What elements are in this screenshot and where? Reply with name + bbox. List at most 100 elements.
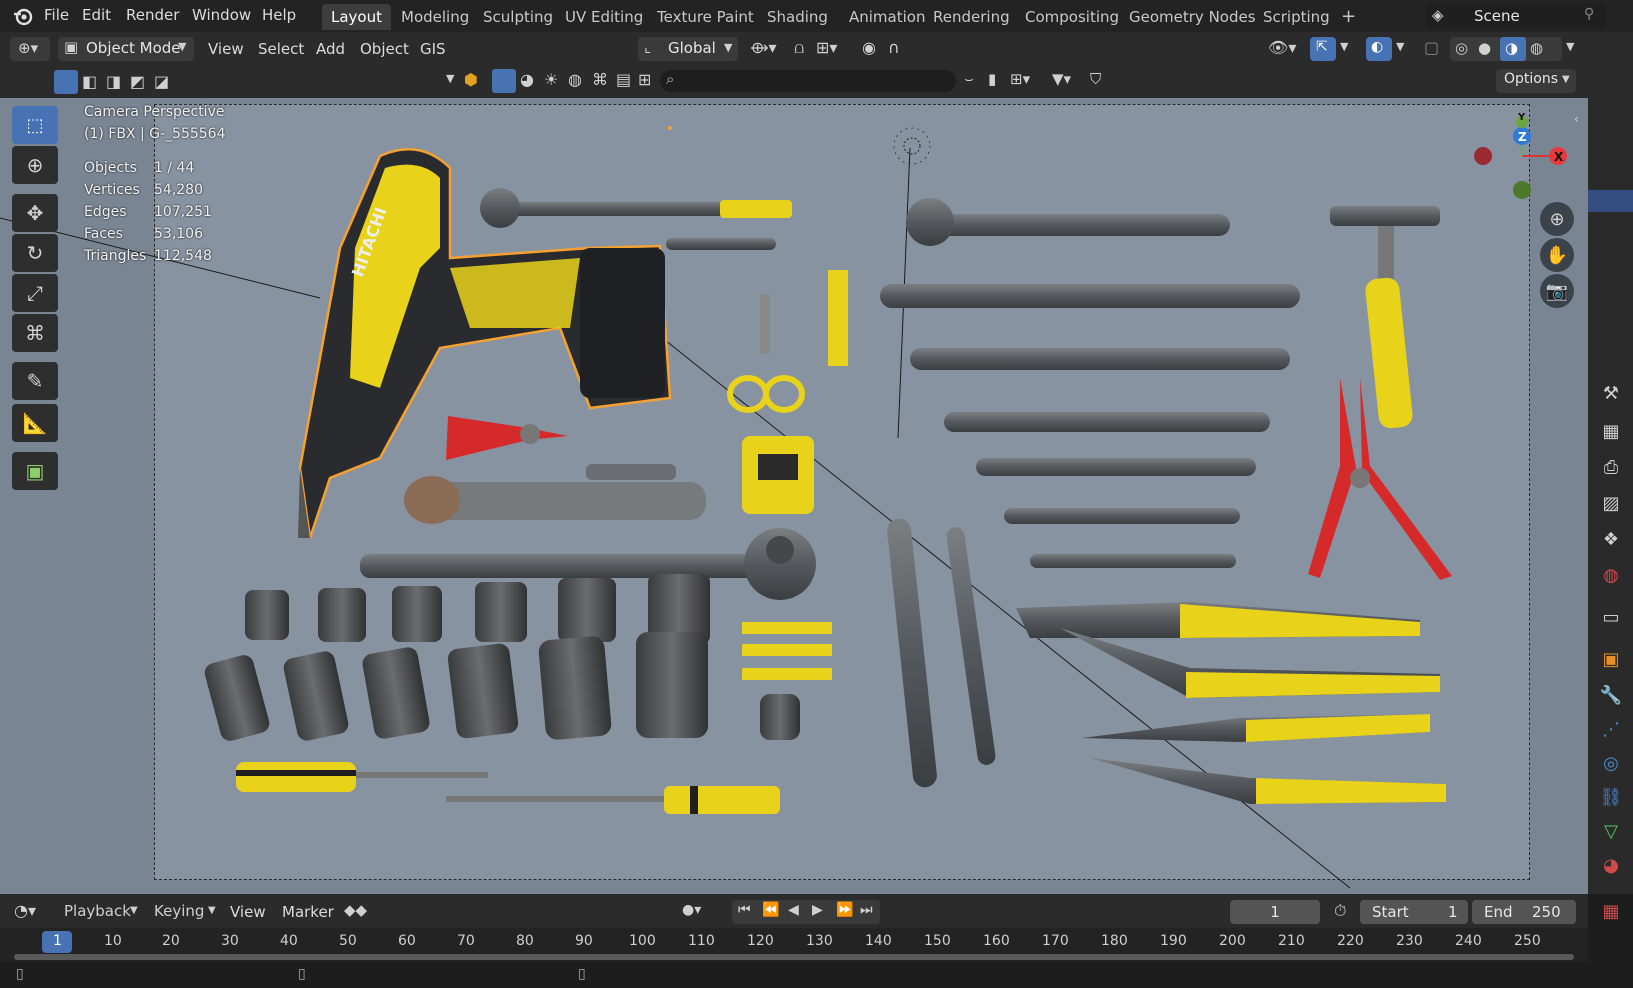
light-filter-icon[interactable]: ☀ bbox=[544, 70, 558, 89]
scale-tool[interactable]: ⤢ bbox=[12, 274, 58, 312]
gizmo-neg-x-axis[interactable] bbox=[1474, 147, 1492, 165]
combination-wrench[interactable] bbox=[1030, 554, 1236, 568]
next-keyframe-icon[interactable]: ⏩ bbox=[836, 902, 853, 918]
tab-compositing[interactable]: Compositing bbox=[1016, 4, 1128, 30]
menu-select[interactable]: Select bbox=[258, 37, 304, 61]
annotate-tool[interactable]: ✎ bbox=[12, 362, 58, 400]
world-tab[interactable]: ◍ bbox=[1598, 562, 1624, 588]
other-filter-icon[interactable]: ▤ bbox=[616, 70, 631, 89]
adjustable-wrench[interactable] bbox=[906, 198, 1230, 246]
needle-nose-pliers-small[interactable] bbox=[446, 416, 568, 460]
pan-button[interactable]: ✋ bbox=[1540, 238, 1574, 272]
wrench-small[interactable] bbox=[480, 188, 792, 228]
bit-holder[interactable] bbox=[742, 668, 832, 680]
solid-shading-icon[interactable]: ● bbox=[1478, 39, 1491, 57]
keyframe-nav-icon[interactable]: ◆◆ bbox=[344, 901, 367, 919]
menu-render[interactable]: Render bbox=[126, 6, 179, 24]
measure-tool[interactable]: 📐 bbox=[12, 404, 58, 442]
options-button[interactable]: Options ▼ bbox=[1496, 69, 1576, 93]
timeline-scrollbar[interactable] bbox=[14, 954, 1574, 960]
output-tab[interactable]: ⎙ bbox=[1598, 454, 1624, 480]
menu-file[interactable]: File bbox=[44, 6, 69, 24]
bookmark-icon[interactable]: ▮ bbox=[988, 70, 996, 88]
menu-help[interactable]: Help bbox=[262, 6, 296, 24]
search-input[interactable]: ⌕ bbox=[660, 70, 956, 92]
ring-wrench[interactable] bbox=[945, 526, 996, 766]
wireframe-shading-icon[interactable]: ◎ bbox=[1455, 39, 1468, 57]
tab-rendering[interactable]: Rendering bbox=[924, 4, 1019, 30]
tab-uv-editing[interactable]: UV Editing bbox=[556, 4, 652, 30]
combination-wrench[interactable] bbox=[880, 284, 1300, 308]
slip-joint-pliers[interactable] bbox=[1016, 602, 1440, 698]
object-tab[interactable]: ▣ bbox=[1598, 646, 1624, 672]
overlay-toggle-icon[interactable]: ◐ bbox=[1366, 37, 1392, 61]
filter-types-icon[interactable]: ⬢ bbox=[464, 70, 478, 89]
tab-sculpting[interactable]: Sculpting bbox=[474, 4, 562, 30]
menu-gis[interactable]: GIS bbox=[420, 37, 446, 61]
tab-layout[interactable]: Layout bbox=[322, 4, 391, 30]
falloff-icon[interactable]: ∩ bbox=[888, 38, 900, 57]
transform-tool[interactable]: ⌘ bbox=[12, 314, 58, 352]
combination-wrench[interactable] bbox=[910, 348, 1290, 370]
scene-tab[interactable]: ❖ bbox=[1598, 526, 1624, 552]
world-filter-icon[interactable]: ◍ bbox=[568, 70, 582, 89]
tool-tab[interactable]: ⚒ bbox=[1598, 380, 1624, 406]
object-filter-icon[interactable] bbox=[492, 69, 516, 93]
rendered-shading-icon[interactable]: ◍ bbox=[1530, 39, 1543, 57]
shield-icon[interactable]: ⛉ bbox=[1090, 70, 1101, 88]
socket-row-front[interactable] bbox=[202, 632, 708, 743]
menu-window[interactable]: Window bbox=[192, 6, 251, 24]
add-workspace-icon[interactable]: + bbox=[1332, 4, 1365, 30]
combination-wrench[interactable] bbox=[976, 458, 1256, 476]
end-frame-field[interactable]: End 250 bbox=[1472, 900, 1576, 924]
navigation-gizmo[interactable]: X Z Y bbox=[1466, 110, 1570, 200]
rotate-tool[interactable]: ↻ bbox=[12, 234, 58, 272]
jump-end-icon[interactable]: ⏭ bbox=[860, 902, 873, 918]
scene-selector[interactable]: ◈ Scene ⚲ bbox=[1426, 3, 1606, 29]
yellow-bar[interactable] bbox=[828, 270, 848, 366]
blender-logo-icon[interactable] bbox=[12, 6, 34, 26]
snips[interactable] bbox=[727, 294, 805, 413]
snap-icon[interactable]: ⩍ bbox=[794, 38, 804, 58]
hammer[interactable] bbox=[1330, 206, 1440, 429]
editor-type-button[interactable]: ⊕▾ bbox=[10, 37, 50, 61]
menu-add[interactable]: Add bbox=[316, 37, 345, 61]
particles-tab[interactable]: ⋰ bbox=[1598, 716, 1624, 742]
prev-keyframe-icon[interactable]: ⏪ bbox=[762, 902, 779, 918]
gizmo-toggle-icon[interactable]: ⇱ bbox=[1310, 37, 1336, 61]
tab-modeling[interactable]: Modeling bbox=[392, 4, 478, 30]
xray-icon[interactable]: ▢ bbox=[1424, 38, 1439, 57]
outliner-selected-row[interactable] bbox=[1588, 190, 1633, 212]
jump-start-icon[interactable]: ⏮ bbox=[738, 902, 751, 918]
data-tab[interactable]: ▽ bbox=[1598, 818, 1624, 844]
menu-view[interactable]: View bbox=[208, 37, 244, 61]
sphere-filter-icon[interactable]: ◕ bbox=[520, 70, 534, 89]
select-new-icon[interactable] bbox=[54, 70, 78, 94]
tape-measure[interactable] bbox=[742, 436, 814, 514]
menu-edit[interactable]: Edit bbox=[82, 6, 111, 24]
current-frame-field[interactable]: 1 bbox=[1230, 900, 1320, 924]
start-frame-field[interactable]: Start 1 bbox=[1360, 900, 1468, 924]
screwdriver[interactable] bbox=[446, 786, 780, 814]
wrench-small[interactable] bbox=[666, 238, 776, 250]
view-layer-tab[interactable]: ▨ bbox=[1598, 490, 1624, 516]
combination-wrench[interactable] bbox=[944, 412, 1270, 432]
combination-wrench[interactable] bbox=[1004, 508, 1240, 524]
render-tab[interactable]: ▦ bbox=[1598, 418, 1624, 444]
bit-holder[interactable] bbox=[742, 644, 832, 656]
chevron-down-icon[interactable]: ▼ bbox=[446, 72, 454, 85]
material-shading-icon[interactable]: ◑ bbox=[1500, 37, 1526, 61]
marker-menu[interactable]: Marker bbox=[282, 900, 334, 924]
tab-animation[interactable]: Animation bbox=[840, 4, 934, 30]
camera-view-button[interactable]: 📷 bbox=[1540, 274, 1574, 308]
empty-filter-icon[interactable]: ⊞ bbox=[638, 70, 651, 89]
chevron-down-icon[interactable]: ▼ bbox=[1396, 40, 1404, 53]
select-intersect-icon[interactable]: ◪ bbox=[154, 72, 169, 91]
slip-joint-pliers[interactable] bbox=[1082, 714, 1446, 804]
tab-scripting[interactable]: Scripting bbox=[1254, 4, 1339, 30]
proportional-edit-icon[interactable]: ◉ bbox=[862, 38, 876, 57]
chevron-down-icon[interactable]: ▼ bbox=[1566, 40, 1574, 53]
screwdriver[interactable] bbox=[236, 762, 488, 792]
record-button[interactable]: ●▾ bbox=[676, 900, 720, 924]
select-extend-icon[interactable]: ◧ bbox=[82, 72, 97, 91]
